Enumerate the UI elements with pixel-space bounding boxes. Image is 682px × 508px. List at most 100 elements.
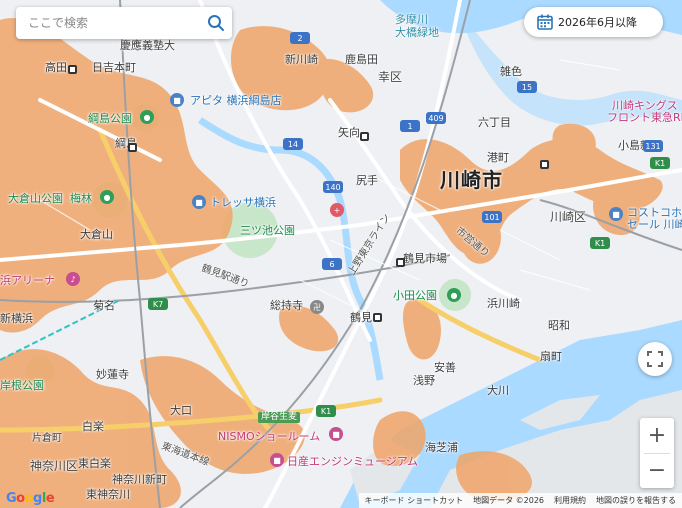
label-yokohama-arena: 浜アリーナ — [0, 274, 55, 287]
zoom-out-button[interactable]: − — [640, 454, 674, 488]
label-kishiya-namamugi: 岸谷生麦 — [258, 412, 301, 423]
label-minatomachi: 港町 — [487, 151, 509, 164]
label-tsurumi: 鶴見 — [350, 311, 372, 324]
report-error-link[interactable]: 地図の誤りを報告する — [596, 495, 676, 506]
label-okurayama: 大倉山 — [80, 228, 113, 241]
label-oguchi: 大口 — [170, 404, 192, 417]
route-shield: 15 — [517, 81, 537, 93]
label-tsurumi-market: 鶴見市場 — [403, 252, 447, 265]
label-keio: 慶應義塾大 — [120, 39, 175, 52]
attribution-bar: キーボード ショートカット 地図データ ©2026 利用規約 地図の誤りを報告す… — [358, 493, 682, 508]
label-kishine-park: 岸根公園 — [0, 379, 44, 392]
label-kanagawa-shinmachi: 神奈川新町 — [112, 473, 167, 486]
label-takada: 高田 — [45, 61, 67, 74]
label-kashimada: 鹿島田 — [345, 53, 378, 66]
label-okawa: 大川 — [487, 384, 509, 397]
shopping-pin-icon[interactable]: ■ — [192, 195, 206, 209]
label-shinkawasaki: 新川崎 — [285, 53, 318, 66]
label-costco-2: セール 川崎 — [627, 218, 682, 231]
label-kawasaki-city: 川崎市 — [440, 168, 503, 192]
label-costco: コストコホ — [627, 206, 682, 219]
label-rokucho: 六丁目 — [478, 116, 511, 129]
label-shinyokohama: 新横浜 — [0, 312, 33, 325]
station-marker-icon[interactable] — [360, 132, 369, 141]
park-pin-icon[interactable]: ● — [140, 110, 154, 124]
label-tamagawa: 多摩川 — [395, 13, 428, 26]
park-pin-icon[interactable]: ● — [447, 288, 461, 302]
route-shield: 2 — [290, 32, 310, 44]
shopping-pin-icon[interactable]: ■ — [609, 207, 623, 221]
map-canvas[interactable]: 川崎市 川崎区 神奈川区 幸区 新川崎 鹿島田 矢向 尻手 高田 日吉本町 慶應… — [0, 0, 682, 508]
label-okurayama-park: 大倉山公園 — [8, 192, 63, 205]
route-shield: 131 — [643, 140, 663, 152]
zoom-control: + − — [640, 418, 674, 488]
route-shield: 1 — [400, 120, 420, 132]
calendar-icon — [537, 14, 553, 30]
search-icon[interactable] — [200, 7, 232, 39]
route-shield: K1 — [650, 157, 670, 169]
label-katakura: 片倉町 — [32, 433, 62, 444]
label-front: フロント東急REI — [607, 111, 682, 124]
label-kanagawa-ku: 神奈川区 — [30, 459, 79, 473]
label-nissan-museum: 日産エンジンミュージアム — [287, 455, 419, 468]
label-higashi-hakuraku: 東白楽 — [78, 457, 111, 470]
label-sojiji: 総持寺 — [270, 299, 303, 312]
label-apita: アピタ 横浜綱島店 — [190, 94, 282, 107]
label-kikuna: 菊名 — [93, 299, 115, 312]
label-hakuraku: 白楽 — [82, 420, 104, 433]
station-marker-icon[interactable] — [373, 313, 382, 322]
route-shield: 140 — [323, 181, 343, 193]
park-pin-icon[interactable]: ● — [100, 190, 114, 204]
route-shield: 6 — [322, 258, 342, 270]
station-marker-icon[interactable] — [396, 258, 405, 267]
label-ogimachi: 扇町 — [540, 350, 562, 363]
label-tsunashima-park: 綱島公園 — [88, 112, 132, 125]
label-tamagawa-ryokuchi: 大橋緑地 — [395, 26, 439, 39]
music-pin-icon[interactable]: ♪ — [66, 272, 80, 286]
shopping-pin-icon[interactable]: ■ — [170, 93, 184, 107]
zoom-in-button[interactable]: + — [640, 419, 674, 453]
map-data-text: 地図データ ©2026 — [473, 496, 544, 505]
route-shield: 101 — [482, 211, 502, 223]
label-higashi-kanagawa: 東神奈川 — [86, 488, 130, 501]
station-marker-icon[interactable] — [128, 143, 137, 152]
fullscreen-button[interactable] — [638, 342, 672, 376]
station-marker-icon[interactable] — [540, 160, 549, 169]
hospital-pin-icon[interactable]: + — [330, 203, 344, 217]
label-hamakawasaki: 浜川崎 — [487, 297, 520, 310]
search-box[interactable] — [16, 7, 232, 39]
label-kawasaki-ku: 川崎区 — [550, 210, 587, 224]
temple-pin-icon[interactable]: 卍 — [310, 300, 324, 314]
label-hiyoshi: 日吉本町 — [92, 61, 136, 74]
label-umebayashi: 梅林 — [70, 192, 92, 205]
route-shield: 14 — [283, 138, 303, 150]
label-mitsuike: 三ツ池公園 — [240, 224, 295, 237]
keyboard-shortcuts-link[interactable]: キーボード ショートカット — [365, 495, 464, 506]
google-logo[interactable]: Google — [6, 491, 55, 506]
label-kawasaki-kings: 川崎キングス — [612, 99, 678, 112]
label-umishibaura: 海芝浦 — [425, 441, 458, 454]
label-anzen: 安善 — [434, 361, 456, 374]
station-marker-icon[interactable] — [68, 65, 77, 74]
search-input[interactable] — [16, 15, 200, 31]
date-filter-label: 2026年6月以降 — [558, 16, 637, 29]
fullscreen-icon — [647, 351, 663, 367]
date-filter-chip[interactable]: 2026年6月以降 — [524, 7, 663, 37]
route-shield: K1 — [316, 405, 336, 417]
route-shield: K7 — [148, 298, 168, 310]
label-asano: 浅野 — [413, 374, 435, 387]
label-nismo: NISMOショールーム — [218, 430, 321, 443]
label-saiwai-ku: 幸区 — [378, 70, 403, 84]
label-showa: 昭和 — [548, 319, 570, 332]
label-yako: 矢向 — [338, 126, 360, 139]
museum-pin-icon[interactable]: ■ — [270, 453, 284, 467]
label-zoshiki: 雑色 — [500, 65, 522, 78]
label-shirite: 尻手 — [356, 174, 378, 187]
label-oda-park: 小田公園 — [393, 289, 437, 302]
route-shield: 409 — [426, 112, 446, 124]
museum-pin-icon[interactable]: ■ — [329, 427, 343, 441]
label-myorenji: 妙蓮寺 — [96, 368, 129, 381]
label-trecia: トレッサ横浜 — [210, 196, 276, 209]
route-shield: K1 — [590, 237, 610, 249]
terms-link[interactable]: 利用規約 — [554, 495, 586, 506]
